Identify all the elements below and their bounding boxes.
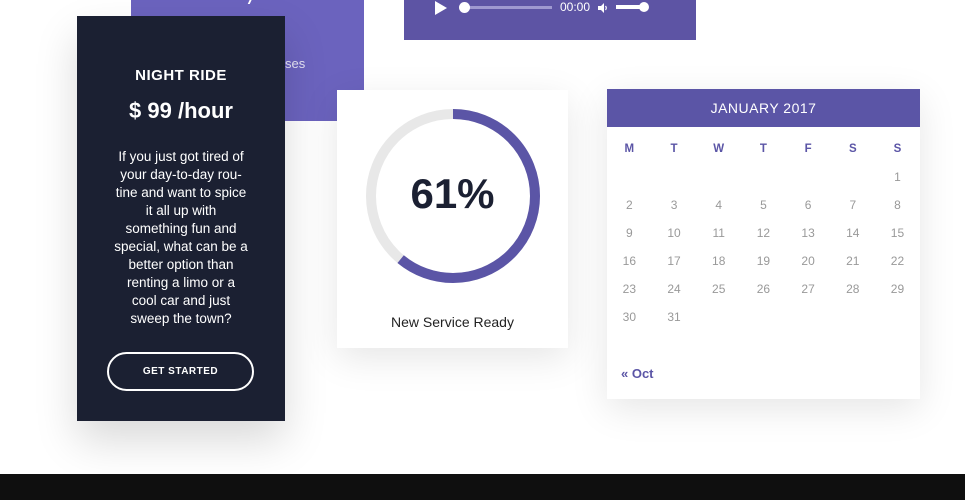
progress-caption: New Service Ready	[391, 314, 514, 330]
volume-slider-handle[interactable]	[639, 2, 649, 12]
calendar-weekday: M	[624, 143, 635, 155]
calendar-weekday-row: MTWTFSS	[607, 135, 920, 163]
decorative-stroke	[239, 0, 257, 4]
calendar-day[interactable]: 15	[875, 226, 920, 240]
calendar-weekday: T	[759, 143, 767, 155]
calendar-week-row: 1	[607, 163, 920, 191]
night-ride-pricing-card: NIGHT RIDE $ 99 /hour If you just got ti…	[77, 16, 285, 421]
calendar-day[interactable]: 31	[652, 310, 697, 324]
calendar-day[interactable]: 2	[607, 198, 652, 212]
calendar-widget: JANUARY 2017 M T W T F S S 1 2 3 4 5 6 7 8 9 10 11 12 13 14 1…	[607, 89, 920, 399]
audio-player: 00:00	[404, 0, 696, 40]
calendar-weekday: S	[848, 143, 857, 155]
calendar-day[interactable]: 3	[652, 198, 697, 212]
calendar-weekday: T	[670, 143, 678, 155]
calendar-day[interactable]: 1	[875, 170, 920, 184]
calendar-day[interactable]: 7	[830, 198, 875, 212]
progress-card: 61% New Service Ready	[337, 90, 568, 348]
calendar-day[interactable]: 4	[696, 198, 741, 212]
calendar-weekday: F	[804, 143, 812, 155]
calendar-day[interactable]: 21	[830, 254, 875, 268]
calendar-day[interactable]: 20	[786, 254, 831, 268]
calendar-day[interactable]: 13	[786, 226, 831, 240]
calendar-day[interactable]: 24	[652, 282, 697, 296]
play-icon[interactable]	[435, 1, 447, 15]
calendar-day[interactable]: 10	[652, 226, 697, 240]
partial-card-text: ses	[285, 56, 306, 71]
footer-bar	[0, 474, 965, 500]
calendar-day[interactable]: 17	[652, 254, 697, 268]
get-started-button[interactable]: GET STARTED	[107, 352, 254, 391]
calendar-day[interactable]: 14	[830, 226, 875, 240]
calendar-day[interactable]: 12	[741, 226, 786, 240]
calendar-day[interactable]: 25	[696, 282, 741, 296]
calendar-week-row: 23 24 25 26 27 28 29	[607, 275, 920, 303]
calendar-week-row: 30 31	[607, 303, 920, 331]
calendar-day[interactable]: 19	[741, 254, 786, 268]
calendar-day[interactable]: 16	[607, 254, 652, 268]
calendar-week-row: 16 17 18 19 20 21 22	[607, 247, 920, 275]
calendar-day[interactable]: 11	[696, 226, 741, 240]
calendar-day[interactable]: 6	[786, 198, 831, 212]
calendar-week-row: 9 10 11 12 13 14 15	[607, 219, 920, 247]
calendar-grid: M T W T F S S 1 2 3 4 5 6 7 8 9 10 11 12 13 14 15 16 17 18 19 20 21…	[607, 143, 920, 331]
pricing-description: If you just got tired of your day-to-day…	[114, 149, 248, 326]
pricing-title: NIGHT RIDE	[135, 67, 227, 84]
calendar-day[interactable]: 28	[830, 282, 875, 296]
calendar-weekday: W	[713, 143, 725, 155]
calendar-day[interactable]: 22	[875, 254, 920, 268]
volume-icon[interactable]	[597, 2, 609, 14]
calendar-day[interactable]: 18	[696, 254, 741, 268]
audio-time: 00:00	[560, 0, 591, 14]
calendar-day[interactable]: 27	[786, 282, 831, 296]
calendar-day[interactable]: 23	[607, 282, 652, 296]
calendar-month-title: JANUARY 2017	[607, 89, 920, 127]
calendar-week-row: 2345678	[607, 191, 920, 219]
calendar-day[interactable]: 29	[875, 282, 920, 296]
calendar-day[interactable]: 26	[741, 282, 786, 296]
calendar-day[interactable]: 9	[607, 226, 652, 240]
calendar-weekday: S	[893, 143, 902, 155]
calendar-day[interactable]: 8	[875, 198, 920, 212]
calendar-prev-month-link[interactable]: « Oct	[621, 366, 654, 381]
audio-progress-track[interactable]	[464, 6, 552, 9]
audio-progress-handle[interactable]	[459, 2, 470, 13]
progress-percent: 61%	[410, 170, 495, 217]
calendar-day[interactable]: 30	[607, 310, 652, 324]
pricing-price: $ 99 /hour	[129, 98, 233, 123]
calendar-day[interactable]: 5	[741, 198, 786, 212]
